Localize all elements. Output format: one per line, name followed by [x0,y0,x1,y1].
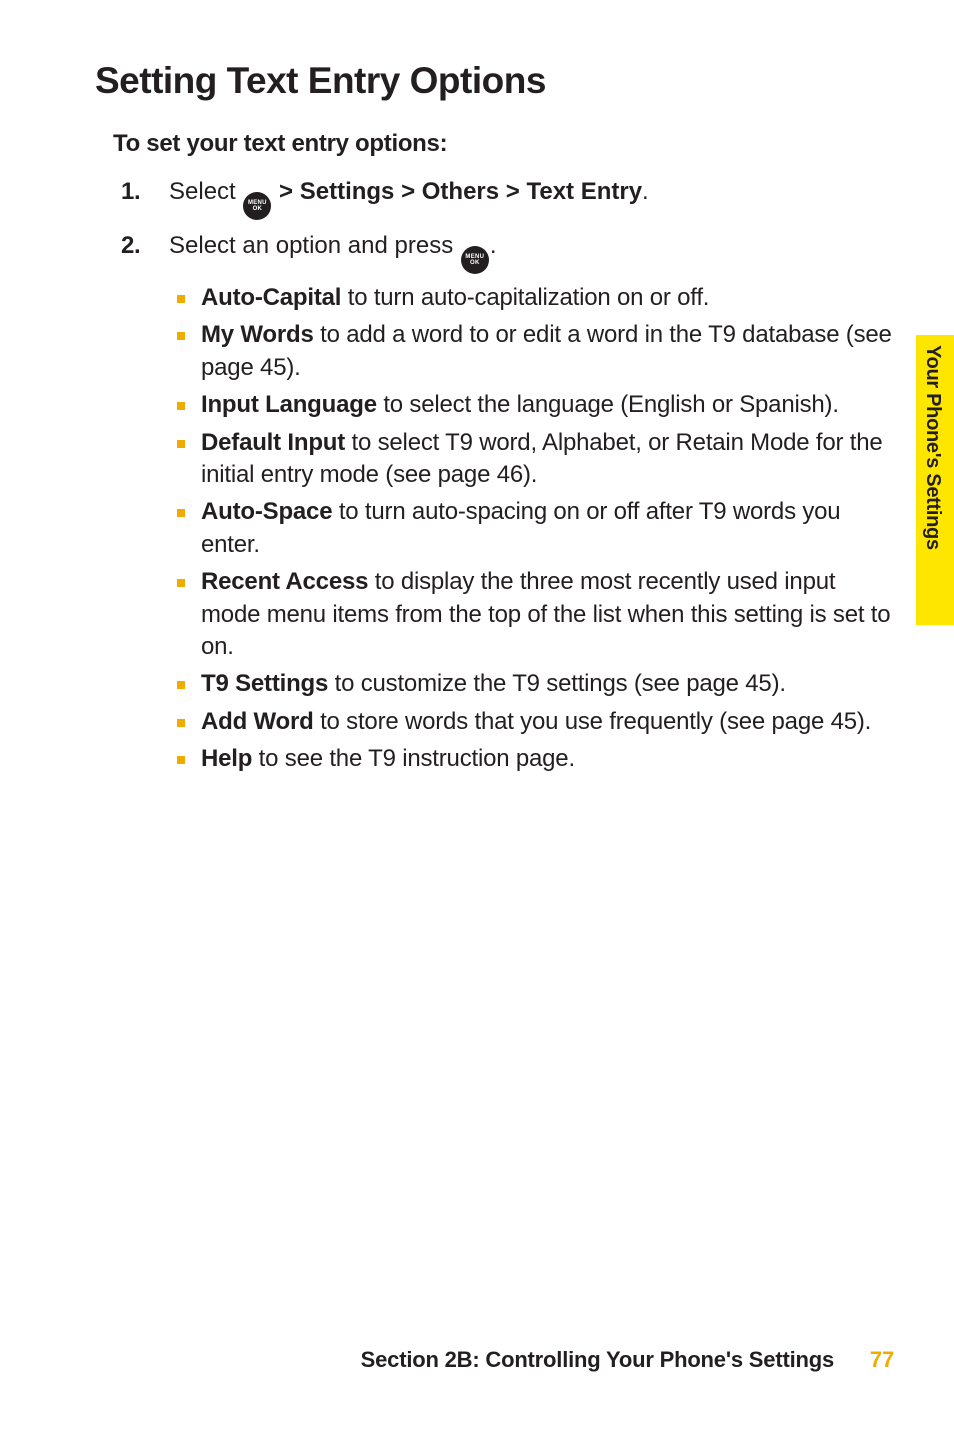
footer-section-label: Section 2B: Controlling Your Phone's Set… [361,1347,834,1372]
menu-ok-icon-label: MENU OK [461,254,489,266]
list-item-bold: Recent Access [201,568,368,595]
list-item-rest: to select the language (English or Spani… [377,391,839,418]
step-body: Select an option and press MENU OK. Auto… [169,230,894,780]
list-item-bold: Input Language [201,391,377,418]
step-text-bold: > Settings > Others > Text Entry [272,178,642,205]
list-item-bold: Auto-Capital [201,284,341,311]
step-text-prefix: Select an option and press [169,232,460,259]
list-item: Auto-Space to turn auto-spacing on or of… [169,496,894,561]
page-title: Setting Text Entry Options [95,60,894,102]
bullet-list: Auto-Capital to turn auto-capitalization… [169,282,894,775]
list-item-bold: Auto-Space [201,498,332,525]
step-body: Select MENU OK > Settings > Others > Tex… [169,176,894,220]
list-item-bold: Default Input [201,429,345,456]
list-item: Input Language to select the language (E… [169,389,894,421]
page-footer: Section 2B: Controlling Your Phone's Set… [361,1347,894,1373]
step-item: 1. Select MENU OK > Settings > Others > … [121,176,894,220]
list-item: T9 Settings to customize the T9 settings… [169,668,894,700]
list-item-rest: to see the T9 instruction page. [252,745,575,772]
page-content: Setting Text Entry Options To set your t… [0,0,954,780]
step-number: 2. [121,230,169,780]
sub-heading: To set your text entry options: [113,130,894,158]
list-item-rest: to customize the T9 settings (see page 4… [328,670,786,697]
step-list: 1. Select MENU OK > Settings > Others > … [121,176,894,780]
list-item-bold: My Words [201,321,314,348]
list-item: Auto-Capital to turn auto-capitalization… [169,282,894,314]
list-item: Help to see the T9 instruction page. [169,743,894,775]
side-tab-label: Your Phone's Settings [921,345,944,550]
list-item: Default Input to select T9 word, Alphabe… [169,427,894,492]
menu-ok-icon-label: MENU OK [243,200,271,212]
footer-page-number: 77 [870,1347,894,1372]
step-item: 2. Select an option and press MENU OK. A… [121,230,894,780]
list-item: My Words to add a word to or edit a word… [169,319,894,384]
list-item-bold: T9 Settings [201,670,328,697]
step-text-suffix: . [490,232,497,259]
list-item-bold: Add Word [201,708,314,735]
list-item: Recent Access to display the three most … [169,566,894,663]
list-item-rest: to store words that you use frequently (… [314,708,872,735]
menu-ok-icon: MENU OK [461,246,489,274]
menu-ok-icon: MENU OK [243,192,271,220]
list-item-bold: Help [201,745,252,772]
step-number: 1. [121,176,169,220]
side-tab: Your Phone's Settings [916,335,954,625]
list-item-rest: to turn auto-capitalization on or off. [341,284,709,311]
list-item: Add Word to store words that you use fre… [169,706,894,738]
step-text-suffix: . [642,178,649,205]
step-text-prefix: Select [169,178,242,205]
